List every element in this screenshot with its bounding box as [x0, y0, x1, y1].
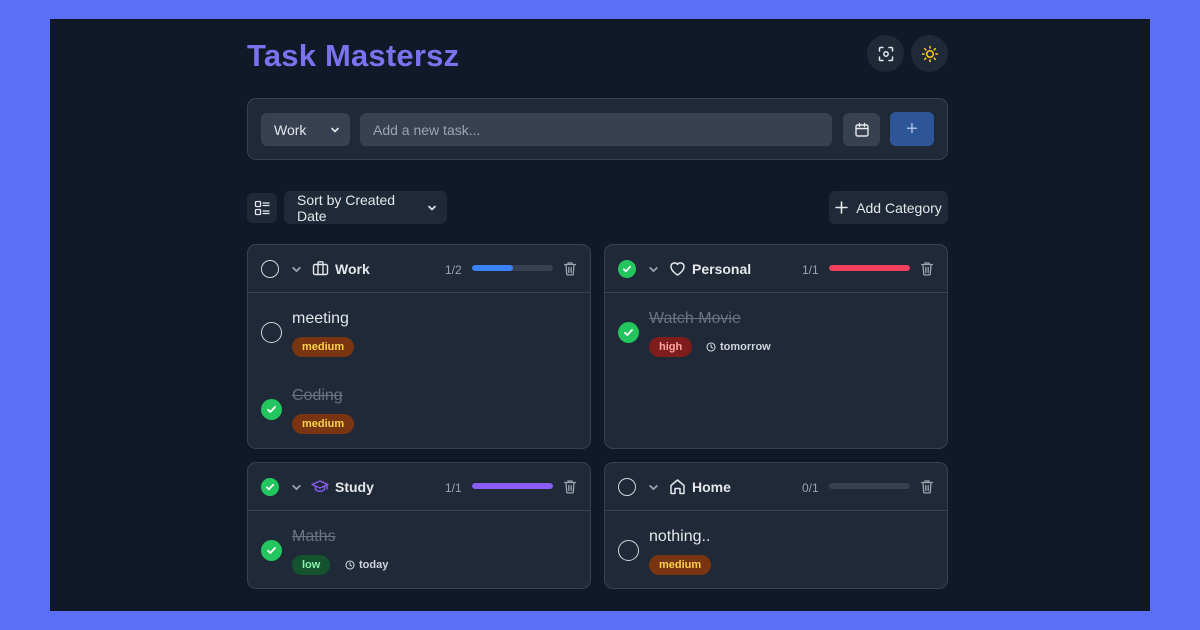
plus-icon [835, 201, 848, 214]
graduation-cap-icon [311, 478, 329, 495]
trash-icon[interactable] [920, 261, 934, 276]
category-card-study: Study 1/1 Maths low today [247, 462, 591, 589]
view-toggle-button[interactable] [247, 193, 277, 223]
category-name: Work [335, 261, 370, 277]
list-view-icon [254, 200, 270, 216]
theme-toggle-button[interactable] [911, 35, 948, 72]
category-complete-checkbox[interactable] [261, 478, 279, 496]
chevron-down-icon [427, 203, 437, 213]
chevron-down-icon [330, 125, 340, 135]
category-header: Home 0/1 [605, 463, 947, 511]
task-checkbox-checked[interactable] [261, 540, 282, 561]
chevron-down-icon[interactable] [291, 264, 302, 275]
task-checkbox-checked[interactable] [261, 399, 282, 420]
app-window: Task Mastersz Work Add a new task... + S… [50, 19, 1150, 611]
category-header: Personal 1/1 [605, 245, 947, 293]
category-name: Personal [692, 261, 752, 277]
progress-fill [829, 265, 910, 271]
trash-icon[interactable] [563, 261, 577, 276]
add-task-button[interactable]: + [890, 112, 934, 146]
plus-icon: + [906, 117, 918, 140]
category-count: 1/1 [802, 263, 819, 277]
category-progress-bar [829, 483, 910, 489]
task-category-value: Work [274, 121, 307, 138]
check-icon [266, 545, 277, 556]
chevron-down-icon[interactable] [648, 482, 659, 493]
sun-icon [921, 45, 939, 63]
due-date-text: tomorrow [720, 341, 771, 353]
task-title[interactable]: Maths [292, 528, 336, 546]
category-count: 1/1 [445, 481, 462, 495]
category-progress-bar [472, 483, 553, 489]
add-category-label: Add Category [856, 199, 942, 216]
app-title: Task Mastersz [247, 38, 460, 73]
category-complete-checkbox[interactable] [261, 260, 279, 278]
due-date: tomorrow [706, 341, 771, 353]
priority-badge: low [292, 555, 331, 575]
category-count: 1/2 [445, 263, 462, 277]
focus-mode-button[interactable] [867, 35, 904, 72]
task-checkbox-checked[interactable] [618, 322, 639, 343]
task-title[interactable]: nothing.. [649, 528, 710, 546]
category-header: Study 1/1 [248, 463, 590, 511]
category-count: 0/1 [802, 481, 819, 495]
check-icon [265, 482, 275, 492]
task-title[interactable]: Watch Movie [649, 310, 741, 328]
task-title[interactable]: meeting [292, 310, 349, 328]
briefcase-icon [312, 260, 329, 277]
priority-badge: high [649, 337, 693, 357]
scan-icon [878, 46, 894, 62]
new-task-input[interactable]: Add a new task... [360, 113, 832, 146]
sort-value: Sort by Created Date [297, 191, 396, 224]
add-category-button[interactable]: Add Category [829, 191, 948, 224]
trash-icon[interactable] [563, 479, 577, 494]
category-name: Home [692, 479, 731, 495]
progress-fill [472, 483, 553, 489]
category-card-home: Home 0/1 nothing.. medium [604, 462, 948, 589]
clock-icon [706, 342, 716, 352]
due-date-text: today [359, 559, 389, 571]
category-complete-checkbox[interactable] [618, 478, 636, 496]
priority-badge: medium [292, 337, 355, 357]
check-icon [622, 264, 632, 274]
sort-select[interactable]: Sort by Created Date [284, 191, 447, 224]
category-progress-bar [472, 265, 553, 271]
clock-icon [345, 560, 355, 570]
heart-icon [669, 260, 686, 277]
due-date: today [345, 559, 388, 571]
category-header: Work 1/2 [248, 245, 590, 293]
task-checkbox[interactable] [261, 322, 282, 343]
task-checkbox[interactable] [618, 540, 639, 561]
category-card-personal: Personal 1/1 Watch Movie high tomorrow [604, 244, 948, 449]
task-title[interactable]: Coding [292, 387, 343, 405]
priority-badge: medium [649, 555, 712, 575]
due-date-button[interactable] [843, 113, 880, 146]
trash-icon[interactable] [920, 479, 934, 494]
chevron-down-icon[interactable] [291, 482, 302, 493]
check-icon [266, 404, 277, 415]
task-category-select[interactable]: Work [261, 113, 350, 146]
category-progress-bar [829, 265, 910, 271]
category-complete-checkbox[interactable] [618, 260, 636, 278]
calendar-icon [854, 122, 870, 138]
category-card-work: Work 1/2 meeting medium Coding medium [247, 244, 591, 449]
new-task-placeholder: Add a new task... [373, 121, 481, 138]
priority-badge: medium [292, 414, 355, 434]
house-icon [669, 478, 686, 495]
progress-fill [472, 265, 513, 271]
chevron-down-icon[interactable] [648, 264, 659, 275]
category-name: Study [335, 479, 374, 495]
check-icon [623, 327, 634, 338]
